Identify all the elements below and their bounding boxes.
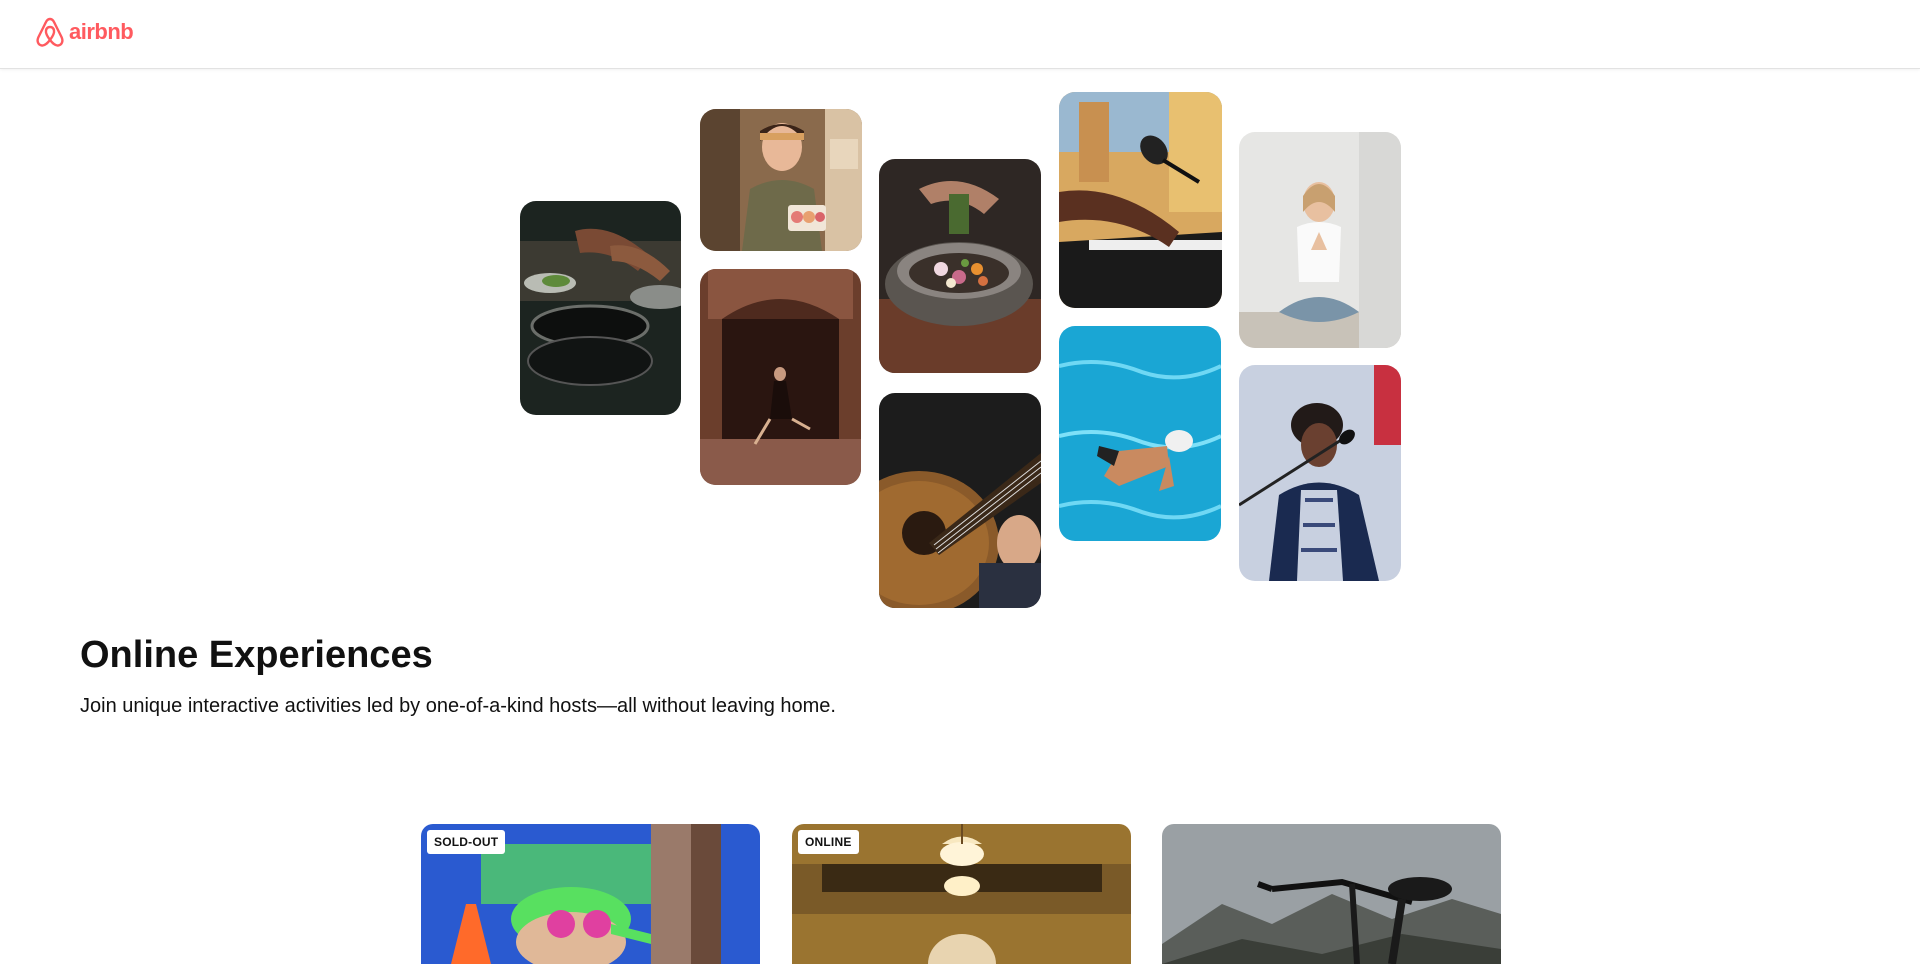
airbnb-logo[interactable]: airbnb xyxy=(35,16,134,48)
online-badge: ONLINE xyxy=(798,830,859,854)
host-with-macarons-photo xyxy=(700,109,862,251)
card-image xyxy=(1162,824,1501,964)
acoustic-guitar-photo xyxy=(879,393,1041,608)
food-bowl-photo xyxy=(879,159,1041,373)
sold-out-badge: SOLD-OUT xyxy=(427,830,506,854)
experience-card[interactable]: SOLD-OUT xyxy=(421,824,760,964)
tango-dancers-photo xyxy=(700,269,861,485)
cooking-pans-photo xyxy=(520,201,681,415)
experience-card[interactable] xyxy=(1162,824,1501,964)
page-title: Online Experiences xyxy=(80,634,433,676)
piano-microphone-photo xyxy=(1059,92,1222,308)
singer-photo xyxy=(1239,365,1401,581)
page-subtitle: Join unique interactive activities led b… xyxy=(80,695,836,717)
swimmer-photo xyxy=(1059,326,1221,541)
top-nav-bar: airbnb xyxy=(0,0,1920,69)
airbnb-belo-icon xyxy=(36,17,64,47)
meditation-photo xyxy=(1239,132,1401,348)
experience-card[interactable]: ONLINE xyxy=(792,824,1131,964)
airbnb-wordmark: airbnb xyxy=(69,19,134,44)
